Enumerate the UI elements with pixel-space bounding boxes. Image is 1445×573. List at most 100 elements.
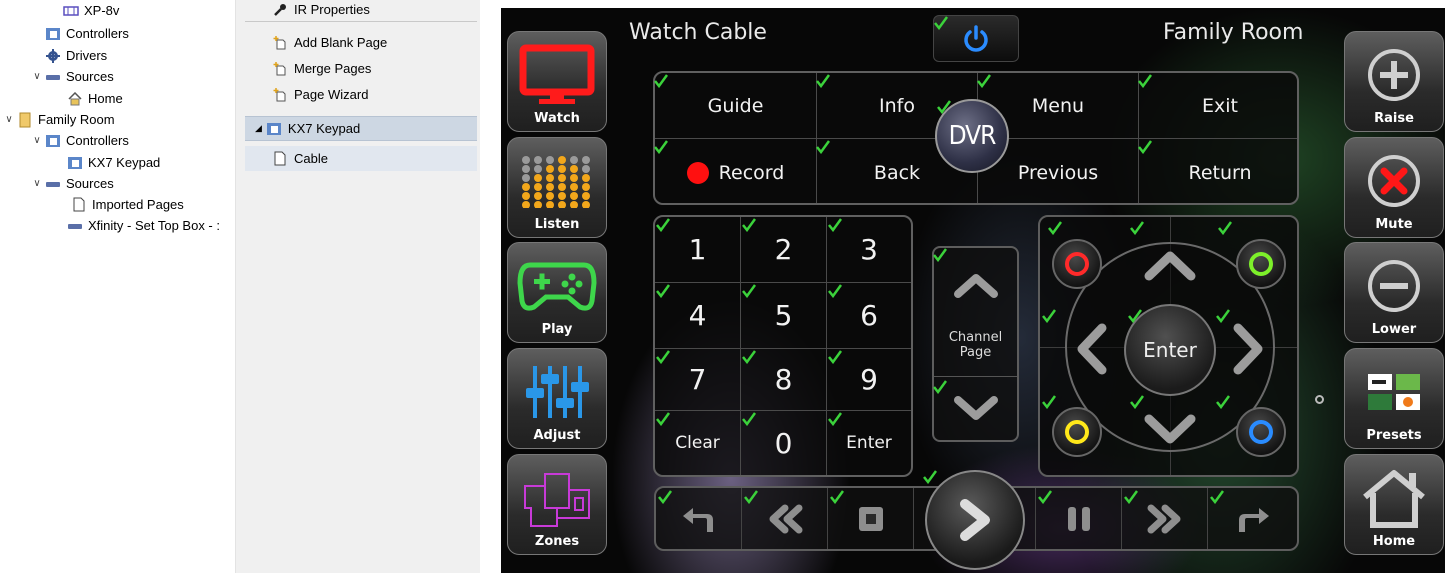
key-7[interactable]: 7 <box>655 349 741 411</box>
tree-item-label: XP-8v <box>84 3 120 18</box>
key-label: 3 <box>860 233 878 266</box>
chevron-down-icon[interactable]: ∨ <box>30 130 44 151</box>
channel-page-label: Channel Page <box>934 330 1017 360</box>
nav-left-arrow-icon[interactable] <box>1076 322 1108 376</box>
add-blank-page-label: Add Blank Page <box>294 35 388 50</box>
green-button[interactable] <box>1236 239 1286 289</box>
mute-label: Mute <box>1375 217 1413 232</box>
tv-icon <box>508 40 606 110</box>
check-icon <box>1038 490 1052 504</box>
new-page-icon <box>272 61 288 77</box>
presets-button[interactable]: Presets <box>1344 348 1444 449</box>
watch-button[interactable]: Watch <box>507 31 607 132</box>
adjust-button[interactable]: Adjust <box>507 348 607 449</box>
info-label: Info <box>879 94 915 117</box>
key-4[interactable]: 4 <box>655 283 741 349</box>
key-5[interactable]: 5 <box>741 283 827 349</box>
wrench-icon <box>272 2 288 18</box>
mute-button[interactable]: Mute <box>1344 137 1444 238</box>
raise-button[interactable]: Raise <box>1344 31 1444 132</box>
new-page-icon <box>272 87 288 103</box>
tree-item-sources[interactable]: ∨ Sources <box>30 66 113 87</box>
stop-icon <box>858 506 883 531</box>
key-0[interactable]: 0 <box>741 411 827 475</box>
settop-icon <box>66 218 84 234</box>
key-9[interactable]: 9 <box>827 349 911 411</box>
key-2[interactable]: 2 <box>741 217 827 283</box>
guide-button[interactable]: Guide <box>655 73 817 139</box>
tree-item-xfinity[interactable]: Xfinity - Set Top Box - : <box>52 215 220 236</box>
red-button[interactable] <box>1052 239 1102 289</box>
nav-down-arrow-icon[interactable] <box>1143 413 1197 445</box>
panel-splitter[interactable] <box>235 0 245 573</box>
blue-ring-icon <box>1249 420 1273 444</box>
pause-icon <box>1067 506 1090 531</box>
key-8[interactable]: 8 <box>741 349 827 411</box>
check-icon <box>816 74 830 88</box>
panel-splitter <box>480 0 501 573</box>
lower-button[interactable]: Lower <box>1344 242 1444 343</box>
tree-item-kx7-keypad[interactable]: KX7 Keypad <box>52 152 160 173</box>
page-item-cable[interactable]: Cable <box>245 146 477 171</box>
chevron-down-icon[interactable]: ∨ <box>2 109 16 130</box>
sources-icon <box>44 69 62 85</box>
minus-circle-icon <box>1345 251 1443 321</box>
tree-item-family-room[interactable]: ∨ Family Room <box>2 109 115 130</box>
key-label: 4 <box>688 299 707 332</box>
clear-button[interactable]: Clear <box>655 411 741 475</box>
blue-button[interactable] <box>1236 407 1286 457</box>
tree-item-label: Imported Pages <box>92 197 184 212</box>
device-icon <box>62 3 80 19</box>
chevron-down-icon[interactable]: ∨ <box>30 173 44 194</box>
power-button[interactable] <box>933 15 1019 62</box>
enter-key-button[interactable]: Enter <box>827 411 911 475</box>
ir-properties-item[interactable]: IR Properties <box>245 0 477 22</box>
play-pause-button[interactable] <box>923 470 1025 570</box>
play-label: Play <box>541 322 573 337</box>
page-group-label: KX7 Keypad <box>287 121 361 136</box>
tree-item-label: Drivers <box>66 48 108 63</box>
home-icon <box>1345 463 1443 533</box>
play-button[interactable]: Play <box>507 242 607 343</box>
check-icon <box>1218 221 1232 235</box>
yellow-button[interactable] <box>1052 407 1102 457</box>
tree-item-controllers-2[interactable]: ∨ Controllers <box>30 130 129 151</box>
add-blank-page-item[interactable]: Add Blank Page <box>245 30 477 55</box>
guide-label: Guide <box>707 94 764 117</box>
zones-button[interactable]: Zones <box>507 454 607 555</box>
key-6[interactable]: 6 <box>827 283 911 349</box>
tree-item-drivers[interactable]: Drivers <box>30 45 107 66</box>
nav-right-arrow-icon[interactable] <box>1232 322 1264 376</box>
tree-item-imported-pages[interactable]: Imported Pages <box>56 194 184 215</box>
key-1[interactable]: 1 <box>655 217 741 283</box>
listen-button[interactable]: Listen <box>507 137 607 238</box>
triangle-down-icon[interactable]: ◢ <box>255 123 262 134</box>
record-dot-icon <box>686 162 709 184</box>
rewind-icon <box>769 504 802 533</box>
record-button[interactable]: Record <box>655 139 817 203</box>
check-icon <box>654 140 668 154</box>
page-group-kx7-keypad[interactable]: ◢ KX7 Keypad <box>245 116 477 141</box>
tree-item-xp8v[interactable]: XP-8v <box>48 0 119 21</box>
pages-panel: IR Properties Add Blank Page Merge Pages… <box>245 0 480 573</box>
tree-item-controllers[interactable]: Controllers <box>30 23 129 44</box>
floorplan-icon <box>508 463 606 533</box>
check-icon <box>744 490 758 504</box>
key-3[interactable]: 3 <box>827 217 911 283</box>
check-icon <box>828 412 842 426</box>
home-button[interactable]: Home <box>1344 454 1444 555</box>
tree-item-sources-2[interactable]: ∨ Sources <box>30 173 113 194</box>
chevron-down-icon[interactable]: ∨ <box>30 66 44 87</box>
channel-up-button[interactable] <box>934 256 1017 316</box>
page-wizard-item[interactable]: Page Wizard <box>245 82 477 107</box>
return-button[interactable]: Return <box>1139 139 1297 203</box>
check-icon <box>742 284 756 298</box>
key-label: 2 <box>774 233 793 266</box>
return-label: Return <box>1188 162 1252 184</box>
nav-up-arrow-icon[interactable] <box>1143 250 1197 282</box>
exit-button[interactable]: Exit <box>1139 73 1297 139</box>
merge-pages-item[interactable]: Merge Pages <box>245 56 477 81</box>
tree-item-home[interactable]: Home <box>52 88 123 109</box>
gamepad-icon <box>508 251 606 321</box>
play-chevron-icon <box>960 499 990 541</box>
